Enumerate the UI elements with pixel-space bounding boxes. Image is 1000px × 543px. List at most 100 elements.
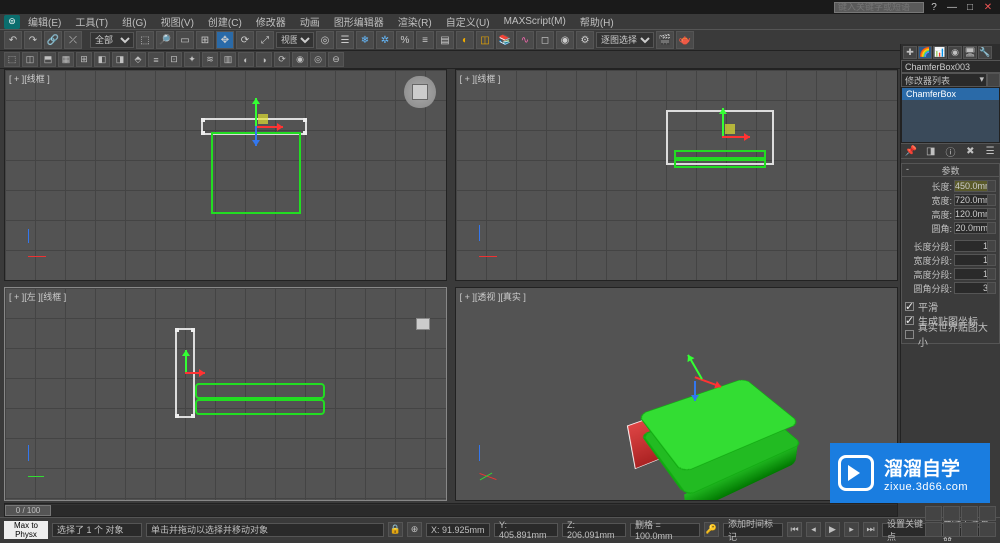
create-tab[interactable]: ✚ <box>903 46 917 59</box>
subtool-09[interactable]: ≡ <box>148 52 164 67</box>
subtool-19[interactable]: ⊖ <box>328 52 344 67</box>
show-end-result-icon[interactable]: ◨ <box>925 145 937 157</box>
prev-frame-button[interactable]: ◂ <box>806 522 821 537</box>
zoom-button[interactable] <box>925 506 942 521</box>
spinner-snap-button[interactable]: ≡ <box>416 31 434 49</box>
menu-help[interactable]: 帮助(H) <box>574 13 620 30</box>
viewport-top[interactable]: [ + ][线框 ] <box>4 69 447 281</box>
render-button[interactable]: 🫖 <box>676 31 694 49</box>
curve-editor-button[interactable]: ∿ <box>516 31 534 49</box>
viewport-label[interactable]: [ + ][左 ][线框 ] <box>9 290 66 303</box>
viewport-left[interactable]: [ + ][左 ][线框 ] <box>4 287 447 501</box>
fseg-spinner[interactable]: 3 <box>954 282 996 294</box>
orbit-button[interactable] <box>961 522 978 537</box>
time-slider-thumb[interactable]: 0 / 100 <box>5 505 51 516</box>
subtool-15[interactable]: ◑ <box>256 52 272 67</box>
menu-view[interactable]: 视图(V) <box>155 13 200 30</box>
auto-key-button[interactable]: 🔑 <box>704 522 719 537</box>
ref-coord-select[interactable]: 视图 <box>276 32 314 48</box>
help-search-input[interactable] <box>834 2 924 13</box>
select-name-button[interactable]: 🔎 <box>156 31 174 49</box>
steering-wheel-icon[interactable] <box>416 318 430 330</box>
maxscript-listener[interactable]: Max to Physx <box>4 521 48 539</box>
subtool-11[interactable]: ✦ <box>184 52 200 67</box>
pivot-button[interactable]: ◎ <box>316 31 334 49</box>
zoom-ext-button[interactable] <box>961 506 978 521</box>
genmap-checkbox[interactable] <box>905 316 914 325</box>
subtool-01[interactable]: ⬚ <box>4 52 20 67</box>
menu-custom[interactable]: 自定义(U) <box>440 13 496 30</box>
select-rotate-button[interactable]: ⟳ <box>236 31 254 49</box>
zoom-all-button[interactable] <box>943 506 960 521</box>
menu-maxscript[interactable]: MAXScript(M) <box>498 15 572 28</box>
subtool-02[interactable]: ◫ <box>22 52 38 67</box>
realworld-checkbox[interactable] <box>905 330 914 339</box>
link-button[interactable]: 🔗 <box>44 31 62 49</box>
utilities-tab[interactable]: 🔧 <box>978 46 992 59</box>
transform-type-in-button[interactable]: ⊕ <box>407 522 422 537</box>
time-tag[interactable]: 添加时间标记 <box>723 523 783 537</box>
height-spinner[interactable]: 120.0mm <box>954 208 996 220</box>
length-spinner[interactable]: 450.0mm <box>954 180 996 192</box>
remove-modifier-icon[interactable]: ✖ <box>964 145 976 157</box>
subtool-03[interactable]: ⬒ <box>40 52 56 67</box>
layer-manager-button[interactable]: 📚 <box>496 31 514 49</box>
hierarchy-tab[interactable]: 📊 <box>933 46 947 59</box>
coord-z[interactable]: Z: 206.091mm <box>562 523 626 537</box>
viewcube[interactable] <box>404 76 436 108</box>
close-button[interactable]: ✕ <box>980 1 996 13</box>
selection-filter-select[interactable]: 全部 <box>90 32 134 48</box>
select-region-button[interactable]: ▭ <box>176 31 194 49</box>
subtool-08[interactable]: ⬘ <box>130 52 146 67</box>
configure-sets-icon[interactable]: ☰ <box>984 145 996 157</box>
goto-start-button[interactable]: ⏮ <box>787 522 802 537</box>
select-scale-button[interactable]: ⤢ <box>256 31 274 49</box>
smooth-checkbox[interactable] <box>905 302 914 311</box>
render-preset-select[interactable]: 逐图选择 <box>596 32 654 48</box>
maximize-button[interactable]: □ <box>962 1 978 13</box>
subtool-17[interactable]: ◉ <box>292 52 308 67</box>
angle-snap-button[interactable]: ✲ <box>376 31 394 49</box>
object-name-input[interactable] <box>901 60 1000 73</box>
mirror-button[interactable]: ◐ <box>456 31 474 49</box>
window-crossing-button[interactable]: ⊞ <box>196 31 214 49</box>
walk-button[interactable] <box>943 522 960 537</box>
stack-item-chamferbox[interactable]: ChamferBox <box>902 88 999 100</box>
subtool-04[interactable]: ▦ <box>58 52 74 67</box>
fillet-spinner[interactable]: 20.0mm <box>954 222 996 234</box>
rollout-header[interactable]: 参数 <box>901 163 1000 177</box>
menu-modifier[interactable]: 修改器 <box>250 13 292 30</box>
menu-render[interactable]: 渲染(R) <box>392 13 438 30</box>
subtool-13[interactable]: ▥ <box>220 52 236 67</box>
modifier-list-dropdown[interactable]: 修改器列表 <box>901 73 987 87</box>
width-spinner[interactable]: 720.0mm <box>954 194 996 206</box>
menu-graph[interactable]: 图形编辑器 <box>328 13 390 30</box>
viewport-front[interactable]: [ + ][线框 ] <box>455 69 898 281</box>
render-frame-button[interactable]: 🎬 <box>656 31 674 49</box>
subtool-18[interactable]: ◎ <box>310 52 326 67</box>
menu-create[interactable]: 创建(C) <box>202 13 248 30</box>
schematic-view-button[interactable]: ◻ <box>536 31 554 49</box>
modifier-sets-button[interactable] <box>987 73 1000 87</box>
subtool-14[interactable]: ◐ <box>238 52 254 67</box>
material-editor-button[interactable]: ◉ <box>556 31 574 49</box>
make-unique-icon[interactable]: ⓘ <box>944 145 956 157</box>
wseg-spinner[interactable]: 1 <box>954 254 996 266</box>
menu-tools[interactable]: 工具(T) <box>69 13 114 30</box>
select-button[interactable]: ⬚ <box>136 31 154 49</box>
modifier-stack[interactable]: ChamferBox <box>901 87 1000 143</box>
coord-y[interactable]: Y: 405.891mm <box>494 523 558 537</box>
time-slider[interactable]: 0 / 100 <box>4 503 898 517</box>
unlink-button[interactable]: ⤫ <box>64 31 82 49</box>
redo-button[interactable]: ↷ <box>24 31 42 49</box>
manipulate-button[interactable]: ☰ <box>336 31 354 49</box>
align-button[interactable]: ◫ <box>476 31 494 49</box>
play-button[interactable]: ▶ <box>825 522 840 537</box>
help-icon[interactable]: ? <box>926 1 942 13</box>
subtool-07[interactable]: ◨ <box>112 52 128 67</box>
goto-end-button[interactable]: ⏭ <box>863 522 878 537</box>
subtool-06[interactable]: ◧ <box>94 52 110 67</box>
subtool-12[interactable]: ≋ <box>202 52 218 67</box>
viewport-label[interactable]: [ + ][线框 ] <box>9 72 50 85</box>
display-tab[interactable]: 🖥 <box>963 46 977 59</box>
